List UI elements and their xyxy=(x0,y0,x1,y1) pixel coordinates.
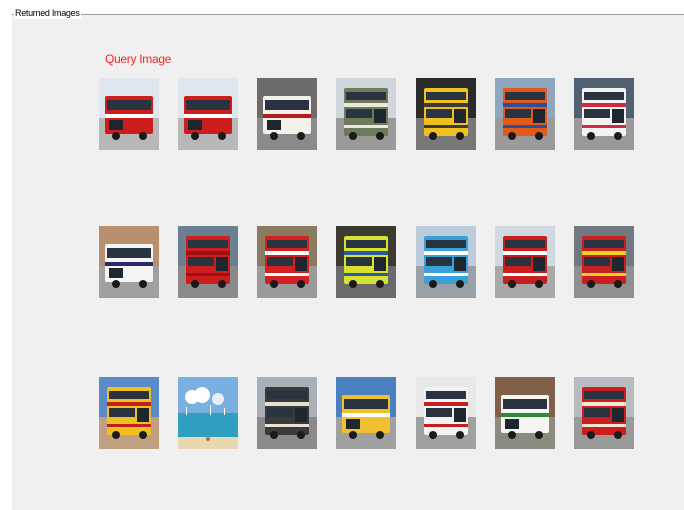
query-image-label: Query Image xyxy=(105,52,172,66)
bus-photo xyxy=(574,226,634,298)
returned-image-thumbnail[interactable] xyxy=(336,78,396,150)
bus-photo xyxy=(99,78,159,150)
bus-photo xyxy=(257,226,317,298)
bus-photo xyxy=(574,78,634,150)
bus-photo xyxy=(178,78,238,150)
returned-image-thumbnail[interactable] xyxy=(257,78,317,150)
returned-image-thumbnail[interactable] xyxy=(574,226,634,298)
returned-image-thumbnail[interactable] xyxy=(416,78,476,150)
bus-photo xyxy=(495,78,555,150)
bus-photo xyxy=(99,377,159,449)
returned-image-thumbnail[interactable] xyxy=(336,226,396,298)
bus-photo xyxy=(416,78,476,150)
returned-image-thumbnail[interactable] xyxy=(574,377,634,449)
bus-photo xyxy=(257,377,317,449)
returned-image-thumbnail[interactable] xyxy=(257,377,317,449)
bus-photo xyxy=(336,78,396,150)
bus-photo xyxy=(336,377,396,449)
bus-photo xyxy=(257,78,317,150)
bus-photo xyxy=(336,226,396,298)
beach-photo xyxy=(178,377,238,449)
bus-photo xyxy=(416,226,476,298)
bus-photo xyxy=(495,226,555,298)
bus-photo xyxy=(99,226,159,298)
returned-image-thumbnail[interactable] xyxy=(574,78,634,150)
returned-image-thumbnail[interactable] xyxy=(99,226,159,298)
bus-photo xyxy=(495,377,555,449)
returned-image-thumbnail[interactable] xyxy=(257,226,317,298)
returned-image-thumbnail[interactable] xyxy=(336,377,396,449)
bus-photo xyxy=(178,226,238,298)
returned-image-thumbnail[interactable] xyxy=(178,78,238,150)
panel-title: Returned Images xyxy=(14,7,81,19)
returned-image-thumbnail[interactable] xyxy=(178,226,238,298)
returned-image-thumbnail[interactable] xyxy=(416,377,476,449)
returned-image-thumbnail[interactable] xyxy=(495,226,555,298)
returned-image-thumbnail[interactable] xyxy=(495,78,555,150)
returned-image-thumbnail[interactable] xyxy=(495,377,555,449)
returned-image-thumbnail[interactable] xyxy=(416,226,476,298)
returned-image-thumbnail[interactable] xyxy=(99,377,159,449)
returned-image-thumbnail[interactable] xyxy=(178,377,238,449)
bus-photo xyxy=(574,377,634,449)
bus-photo xyxy=(416,377,476,449)
query-image-thumbnail[interactable] xyxy=(99,78,159,150)
